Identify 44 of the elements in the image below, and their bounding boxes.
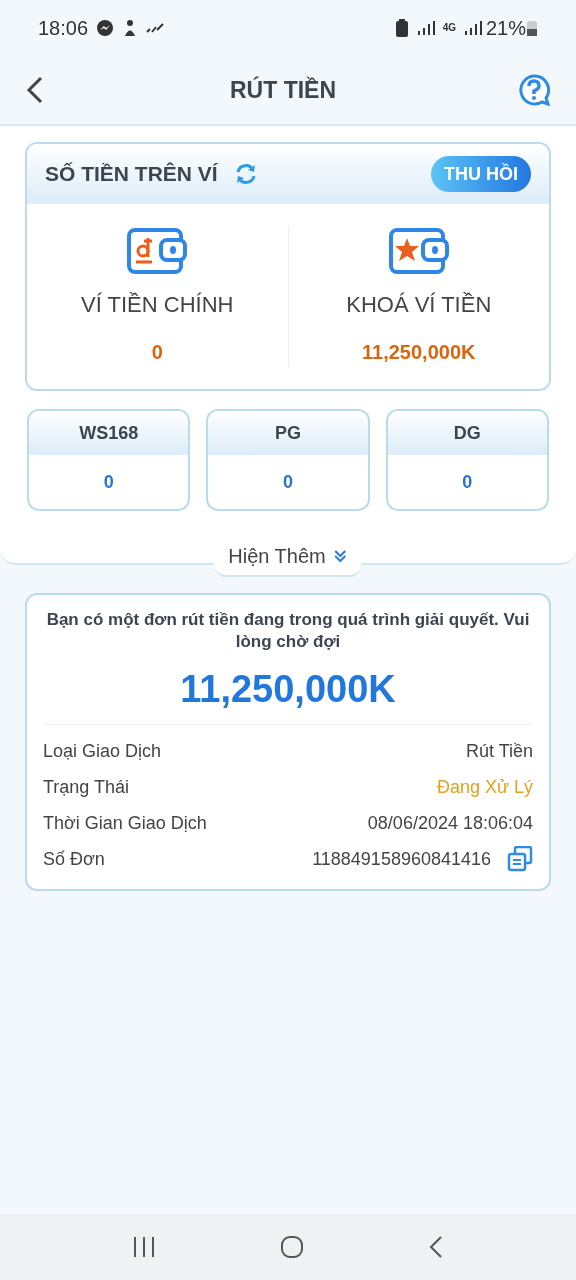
copy-icon[interactable] <box>507 846 533 872</box>
detail-label: Thời Gian Giao Dịch <box>43 811 207 835</box>
detail-value: 118849158960841416 <box>312 847 491 871</box>
detail-label: Trạng Thái <box>43 775 130 799</box>
game-name: WS168 <box>29 411 189 455</box>
wallet-amount: 11,250,000K <box>362 340 476 365</box>
battery-icon <box>526 19 538 37</box>
game-amount: 0 <box>461 470 474 494</box>
page-title: RÚT TIỀN <box>228 75 338 105</box>
wallet-label: VÍ TIỀN CHÍNH <box>81 291 234 319</box>
battery-saver-icon <box>394 18 409 38</box>
wallet-star-icon <box>388 226 449 276</box>
game-name: PG <box>208 411 368 455</box>
pending-message: Bạn có một đơn rút tiền đang trong quá trình giải quyết. Vui lòng chờ đợi <box>45 609 531 653</box>
signal-icon <box>463 20 482 36</box>
game-card[interactable]: DG 0 <box>385 409 549 511</box>
wallet-icon <box>127 226 188 276</box>
help-button[interactable] <box>518 74 550 106</box>
detail-value: Rút Tiền <box>465 739 533 763</box>
pending-amount: 11,250,000K <box>43 661 533 725</box>
game-card[interactable]: WS168 0 <box>27 409 191 511</box>
recent-apps-icon[interactable] <box>132 1236 156 1258</box>
game-amount: 0 <box>102 470 115 494</box>
help-icon <box>518 74 550 106</box>
wallet-title: SỐ TIỀN TRÊN VÍ <box>45 161 218 188</box>
messenger-icon <box>96 19 115 37</box>
signal-icon <box>416 20 435 36</box>
battery-percent: 21% <box>485 16 526 41</box>
wallet-label: KHOÁ VÍ TIỀN <box>346 291 492 319</box>
network-label: 4G <box>442 23 456 33</box>
game-card[interactable]: PG 0 <box>206 409 370 511</box>
home-icon[interactable] <box>280 1235 304 1259</box>
game-amount: 0 <box>282 470 294 494</box>
game-name: DG <box>387 411 547 455</box>
dashes-icon <box>146 23 165 33</box>
status-value: Đang Xử Lý <box>436 775 533 799</box>
detail-value: 08/06/2024 18:06:04 <box>367 811 533 835</box>
back-icon <box>26 76 44 104</box>
detail-label: Số Đơn <box>43 847 105 871</box>
back-icon[interactable] <box>428 1235 444 1259</box>
detail-label: Loại Giao Dịch <box>43 739 162 763</box>
chevron-down-icon <box>333 549 348 563</box>
wallet-amount: 0 <box>151 340 163 365</box>
status-time: 18:06 <box>38 16 89 41</box>
